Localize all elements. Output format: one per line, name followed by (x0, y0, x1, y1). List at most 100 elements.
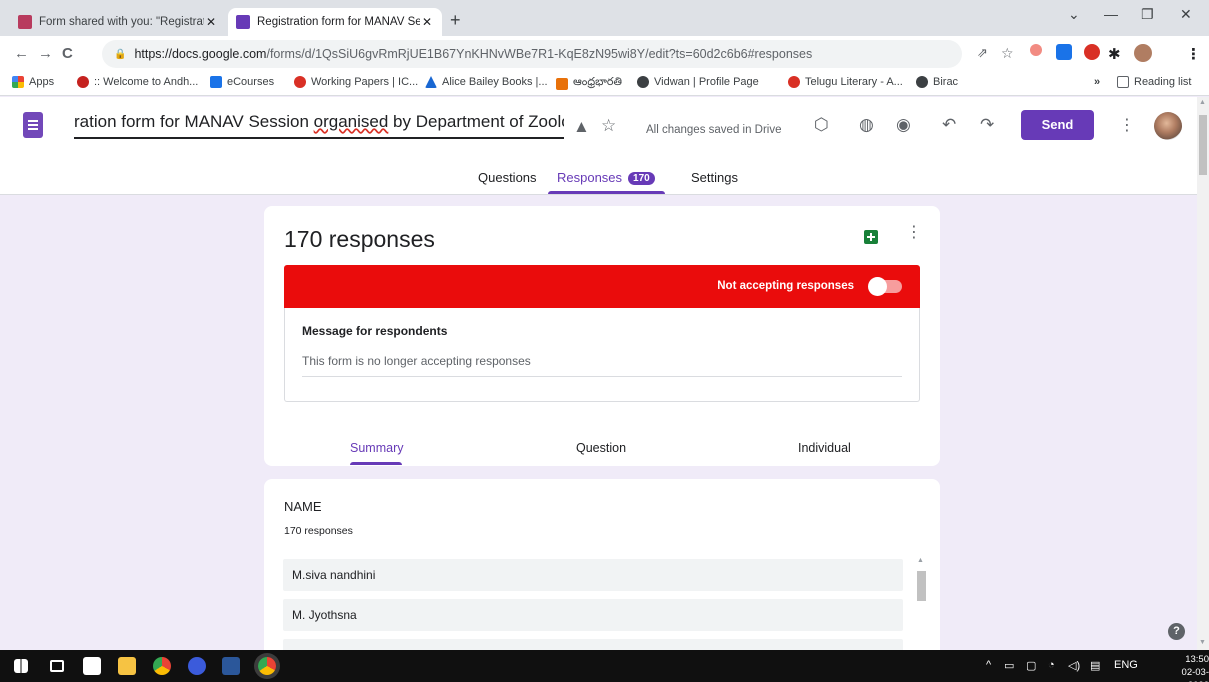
close-tab-icon[interactable]: ✕ (420, 15, 434, 29)
reload-icon[interactable]: C (62, 45, 73, 62)
task-view-icon[interactable] (50, 660, 64, 672)
tab-title: Form shared with you: "Registrati (39, 16, 204, 28)
bookmark-item[interactable]: ఆంధ్రభారతి (556, 76, 622, 91)
message-input[interactable]: This form is no longer accepting respons… (302, 354, 902, 377)
tab-responses[interactable]: Responses 170 (557, 170, 655, 185)
bookmark-star-icon[interactable]: ☆ (1001, 45, 1014, 62)
store-icon[interactable] (83, 657, 101, 675)
active-tab-indicator (548, 191, 665, 194)
responses-count-title: 170 responses (284, 226, 435, 252)
bookmark-item[interactable]: Vidwan | Profile Page (637, 76, 759, 88)
subtab-individual[interactable]: Individual (798, 441, 851, 455)
extension-icon[interactable] (1030, 44, 1042, 56)
bookmark-item[interactable]: Birac (916, 76, 958, 88)
list-item (283, 639, 903, 650)
show-hidden-icons-icon[interactable]: ^ (986, 659, 991, 671)
close-tab-icon[interactable]: ✕ (204, 15, 218, 29)
customize-theme-icon[interactable]: ◍ (859, 115, 874, 135)
addons-icon[interactable]: ⬡ (814, 115, 829, 135)
bookmark-item[interactable]: Working Papers | IC... (294, 76, 418, 88)
more-options-icon[interactable]: ⋮ (1119, 115, 1135, 135)
extensions-puzzle-icon[interactable]: ✱ (1108, 45, 1121, 63)
start-windows-icon[interactable] (14, 659, 28, 673)
bookmark-item[interactable]: Telugu Literary - A... (788, 76, 903, 88)
site-icon (210, 76, 222, 88)
list-item: M.siva nandhini (283, 559, 903, 591)
volume-icon[interactable]: ◁) (1068, 659, 1080, 672)
extension-icon[interactable] (1056, 44, 1072, 60)
form-title-input[interactable]: ration form for MANAV Session organised … (74, 107, 564, 139)
bookmark-item[interactable]: :: Welcome to Andh... (77, 76, 198, 88)
scroll-up-icon[interactable]: ▲ (917, 557, 924, 564)
subtab-question[interactable]: Question (576, 441, 626, 455)
tab-settings[interactable]: Settings (691, 170, 738, 185)
google-forms-logo-icon[interactable] (23, 112, 43, 138)
close-window-button[interactable]: ✕ (1180, 6, 1192, 23)
responses-count-badge: 170 (628, 172, 655, 185)
word-icon[interactable] (222, 657, 240, 675)
tab-search-icon[interactable]: ⌄ (1068, 6, 1080, 23)
account-avatar[interactable] (1154, 112, 1182, 140)
answers-scrollbar[interactable]: ▲ (916, 555, 926, 650)
preview-eye-icon[interactable]: ◉ (896, 115, 911, 135)
globe-icon (916, 76, 928, 88)
responses-content: 170 responses ⋮ Not accepting responses … (0, 196, 1197, 650)
page-scrollbar[interactable]: ▲ ▼ (1197, 97, 1209, 650)
send-button[interactable]: Send (1021, 110, 1094, 140)
undo-icon[interactable]: ↶ (942, 115, 956, 135)
link-to-sheets-icon[interactable] (864, 230, 878, 244)
help-icon[interactable]: ? (1168, 623, 1185, 640)
globe-icon (637, 76, 649, 88)
tab-title: Registration form for MANAV Se (257, 16, 420, 28)
move-to-drive-icon[interactable]: ▲ (573, 117, 590, 137)
clock-time: 13:50 (1185, 654, 1209, 665)
browser-menu-icon[interactable]: ⋮ (1186, 45, 1201, 63)
more-bookmarks-button[interactable]: » (1094, 76, 1100, 88)
responses-more-icon[interactable]: ⋮ (906, 222, 922, 242)
accepting-responses-toggle[interactable] (868, 277, 902, 296)
file-explorer-icon[interactable] (118, 657, 136, 675)
tab-questions[interactable]: Questions (478, 170, 537, 185)
bookmark-item[interactable]: eCourses (210, 76, 274, 88)
scroll-thumb[interactable] (917, 571, 926, 601)
apps-grid-icon (12, 76, 24, 88)
app-icon[interactable] (188, 657, 206, 675)
bookmark-item[interactable]: Alice Bailey Books |... (425, 76, 548, 88)
lock-icon: 🔒 (114, 48, 127, 60)
forms-header: ration form for MANAV Session organised … (0, 97, 1197, 195)
reading-list-button[interactable]: Reading list (1117, 76, 1191, 88)
site-icon (425, 76, 437, 88)
chrome-icon[interactable] (153, 657, 171, 675)
scroll-down-icon[interactable]: ▼ (1199, 639, 1206, 646)
question-response-count: 170 responses (284, 525, 353, 537)
notification-icon[interactable]: ▤ (1090, 659, 1100, 672)
site-icon (788, 76, 800, 88)
list-item: M. Jyothsna (283, 599, 903, 631)
address-bar[interactable]: 🔒 https://docs.google.com/forms/d/1QsSiU… (102, 40, 962, 68)
chrome-profile-icon[interactable] (258, 657, 276, 675)
share-icon[interactable]: ⇗ (977, 45, 988, 61)
extension-icon[interactable] (1084, 44, 1100, 60)
redo-icon[interactable]: ↷ (980, 115, 994, 135)
battery-icon[interactable]: ▭ (1004, 659, 1014, 672)
minimize-button[interactable]: — (1104, 6, 1118, 22)
system-clock[interactable]: 13:50 02-03-2022 (1166, 653, 1209, 682)
maximize-button[interactable]: ❐ (1141, 6, 1154, 23)
network-icon[interactable]: ▢ (1026, 659, 1036, 672)
active-subtab-indicator (350, 462, 402, 465)
star-icon[interactable]: ☆ (601, 116, 616, 136)
app-tray-icon[interactable]: ◔ (1048, 659, 1055, 671)
language-indicator[interactable]: ENG (1114, 659, 1138, 671)
question-summary-card: NAME 170 responses M.siva nandhini M. Jy… (264, 479, 940, 650)
profile-avatar[interactable] (1134, 44, 1152, 62)
browser-tab-forms[interactable]: Registration form for MANAV Se ✕ (228, 8, 442, 36)
browser-tab-gmail[interactable]: Form shared with you: "Registrati ✕ (10, 8, 226, 36)
forward-icon[interactable]: → (38, 45, 53, 62)
respondent-message-box: Message for respondents This form is no … (284, 308, 920, 402)
subtab-summary[interactable]: Summary (350, 441, 403, 455)
page-scroll-thumb[interactable] (1199, 115, 1207, 175)
bookmark-apps[interactable]: Apps (12, 76, 54, 88)
scroll-up-icon[interactable]: ▲ (1199, 99, 1206, 106)
new-tab-button[interactable]: + (450, 10, 461, 31)
back-icon[interactable]: ← (14, 45, 29, 62)
